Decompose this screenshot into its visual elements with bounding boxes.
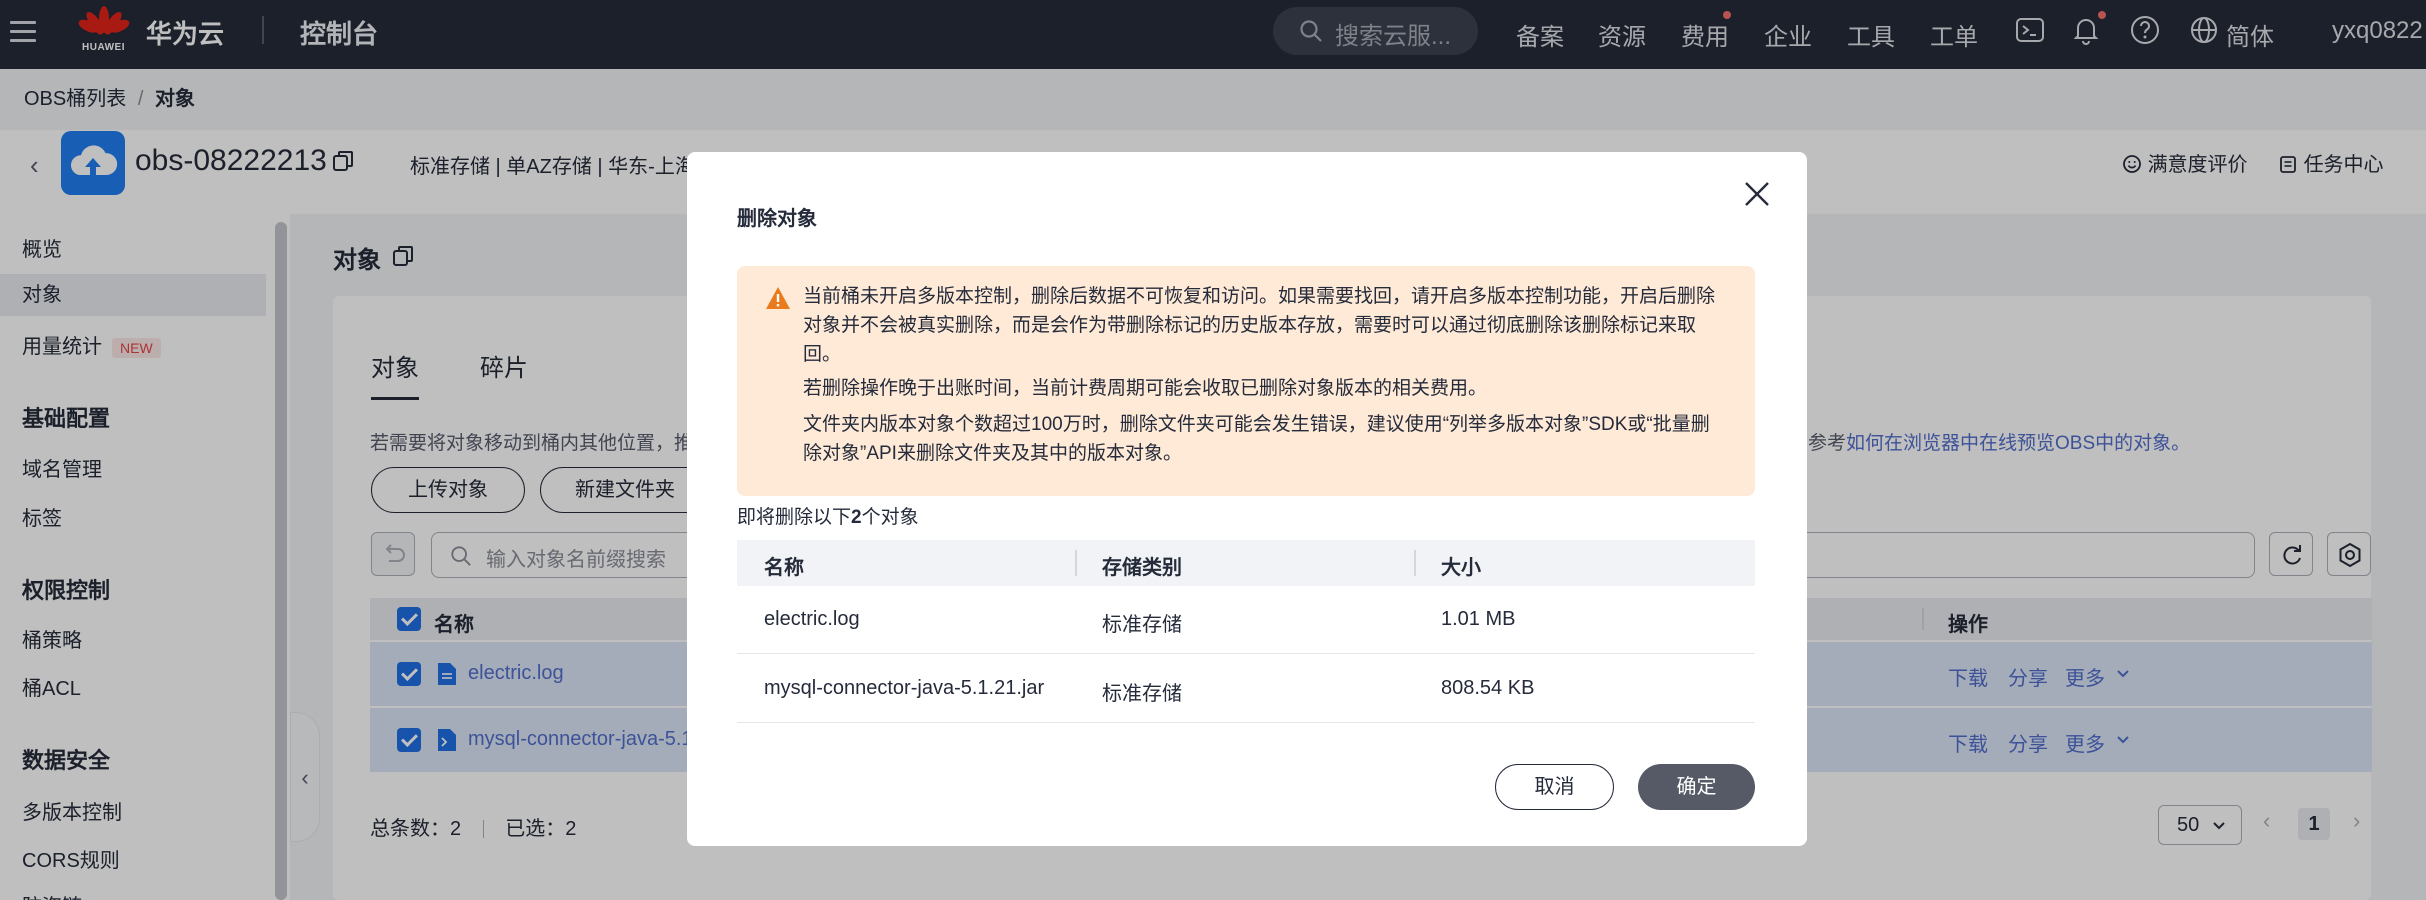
warning-text: 若删除操作晚于出账时间，当前计费周期可能会收取已删除对象版本的相关费用。 (803, 378, 1488, 399)
warning-alert: 当前桶未开启多版本控制，删除后数据不可恢复和访问。如果需要找回，请开启多版本控制… (737, 266, 1755, 496)
storage-class: 标准存储 (1102, 614, 1182, 636)
summary-suffix: 个对象 (861, 507, 919, 528)
divider (1414, 550, 1416, 576)
dialog-title: 删除对象 (737, 208, 817, 230)
warning-icon (766, 287, 790, 309)
object-name: electric.log (764, 608, 860, 630)
warning-text: 文件夹内版本对象个数超过100万时，删除文件夹可能会发生错误，建议使用“列举多版… (803, 414, 1710, 464)
col-name: 名称 (764, 557, 804, 579)
col-size: 大小 (1441, 557, 1481, 579)
divider (1075, 550, 1077, 576)
delete-summary: 即将删除以下2个对象 (737, 502, 919, 529)
warning-text: 当前桶未开启多版本控制，删除后数据不可恢复和访问。如果需要找回，请开启多版本控制… (803, 286, 1716, 365)
cancel-button[interactable]: 取消 (1495, 764, 1614, 810)
dialog-table-row: mysql-connector-java-5.1.21.jar 标准存储 808… (737, 655, 1755, 723)
object-name: mysql-connector-java-5.1.21.jar (764, 677, 1045, 699)
object-size: 1.01 MB (1441, 608, 1516, 630)
object-size: 808.54 KB (1441, 677, 1535, 699)
col-storage-class: 存储类别 (1102, 557, 1182, 579)
dialog-table-header: 名称 存储类别 大小 (737, 540, 1755, 586)
summary-count: 2 (851, 507, 862, 528)
confirm-button[interactable]: 确定 (1638, 764, 1755, 810)
delete-objects-dialog: 删除对象 当前桶未开启多版本控制，删除后数据不可恢复和访问。如果需要找回，请开启… (687, 152, 1807, 846)
close-icon[interactable] (1739, 176, 1775, 212)
storage-class: 标准存储 (1102, 683, 1182, 705)
summary-prefix: 即将删除以下 (737, 507, 852, 528)
dialog-table-row: electric.log 标准存储 1.01 MB (737, 586, 1755, 654)
